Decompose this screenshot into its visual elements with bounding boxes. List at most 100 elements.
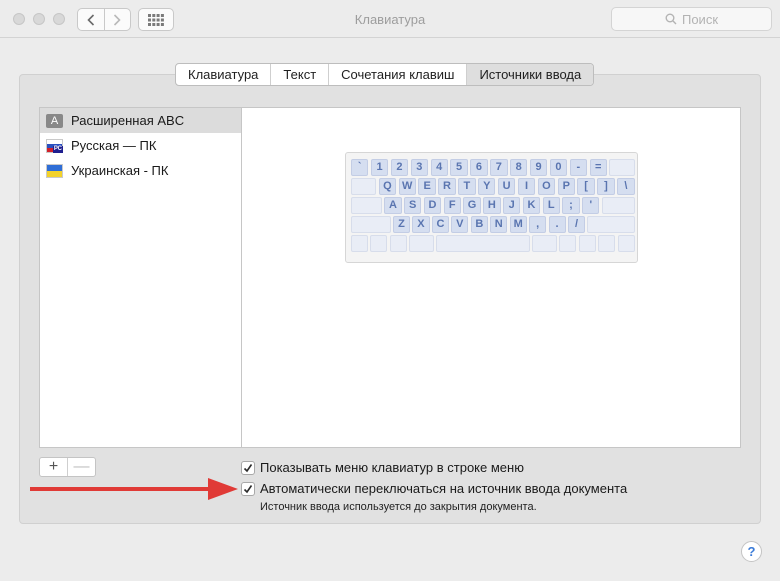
- key: P: [557, 178, 575, 195]
- list-item-abc-extended[interactable]: A Расширенная ABC: [40, 108, 241, 133]
- key: /: [567, 216, 585, 233]
- key: \: [617, 178, 635, 195]
- key: 5: [450, 159, 468, 176]
- list-item-label: Украинская - ПК: [71, 163, 169, 178]
- key: K: [522, 197, 541, 214]
- key: ': [582, 197, 600, 214]
- key: N: [490, 216, 508, 233]
- key-option-right: [559, 235, 577, 252]
- key: `: [351, 159, 369, 176]
- key-command: [409, 235, 434, 252]
- key-delete: [609, 159, 635, 176]
- title-bar: Клавиатура Поиск: [0, 0, 780, 38]
- key: Q: [378, 178, 397, 195]
- search-field[interactable]: Поиск: [611, 7, 772, 31]
- key: 4: [430, 159, 448, 176]
- key: W: [398, 178, 416, 195]
- key: X: [412, 216, 430, 233]
- list-item-ukrainian-pc[interactable]: Украинская - ПК: [40, 158, 241, 183]
- key: A: [384, 197, 402, 214]
- key: U: [497, 178, 516, 195]
- key-tab: [351, 178, 377, 195]
- key: Y: [478, 178, 496, 195]
- flag-russia-icon: [46, 138, 63, 153]
- key: 7: [490, 159, 508, 176]
- key-return: [601, 197, 635, 214]
- key-arrow-left: [578, 235, 596, 252]
- key-caps-lock: [351, 197, 382, 214]
- key-right-shift: [587, 216, 635, 233]
- key: R: [438, 178, 456, 195]
- key-row-numbers: ` 1 2 3 4 5 6 7 8 9 0 - =: [351, 159, 637, 176]
- tab-keyboard[interactable]: Клавиатура: [176, 64, 270, 85]
- key: T: [458, 178, 476, 195]
- key: B: [470, 216, 488, 233]
- key: -: [569, 159, 588, 176]
- tab-text[interactable]: Текст: [270, 64, 328, 85]
- key: [: [577, 178, 595, 195]
- key: 0: [549, 159, 568, 176]
- key-row-top: Q W E R T Y U I O P [ ] \: [351, 178, 637, 195]
- tab-input-sources[interactable]: Источники ввода: [466, 64, 594, 85]
- flag-ukraine-icon: [46, 163, 63, 178]
- preference-tabs: Клавиатура Текст Сочетания клавиш Источн…: [175, 63, 595, 86]
- key-arrow-updown: [598, 235, 616, 252]
- auto-switch-checkbox[interactable]: [241, 481, 255, 496]
- key: 1: [370, 159, 389, 176]
- key-row-modifiers: [351, 235, 637, 252]
- checkmark-icon: [243, 484, 253, 493]
- key: Z: [393, 216, 411, 233]
- list-item-label: Русская — ПК: [71, 138, 157, 153]
- auto-switch-note: Источник ввода используется до закрытия …: [260, 501, 537, 513]
- input-source-list: A Расширенная ABC Русская — ПК Украинска…: [39, 107, 242, 448]
- key-command-right: [532, 235, 557, 252]
- key-left-shift: [351, 216, 391, 233]
- key-space: [436, 235, 531, 252]
- key: V: [451, 216, 469, 233]
- key-row-bottom: Z X C V B N M , . /: [351, 216, 637, 233]
- show-menu-checkbox[interactable]: [241, 460, 255, 475]
- key: H: [483, 197, 501, 214]
- key: F: [443, 197, 461, 214]
- key: 2: [390, 159, 409, 176]
- key-arrow-right: [617, 235, 635, 252]
- key: ,: [529, 216, 547, 233]
- key: 9: [529, 159, 548, 176]
- remove-source-button[interactable]: —: [67, 458, 95, 476]
- key: E: [418, 178, 436, 195]
- search-placeholder: Поиск: [681, 11, 719, 27]
- key: M: [509, 216, 527, 233]
- key: J: [502, 197, 521, 214]
- key: D: [423, 197, 442, 214]
- key: O: [537, 178, 556, 195]
- list-item-label: Расширенная ABC: [71, 113, 185, 128]
- keyboard-preferences-window: Клавиатура Поиск Клавиатура Текст Сочета…: [0, 0, 780, 581]
- key: L: [542, 197, 560, 214]
- key: C: [431, 216, 449, 233]
- list-item-russian-pc[interactable]: Русская — ПК: [40, 133, 241, 158]
- show-menu-option[interactable]: Показывать меню клавиатур в строке меню: [241, 460, 524, 475]
- auto-switch-option[interactable]: Автоматически переключаться на источник …: [241, 481, 627, 496]
- red-arrow-annotation-icon: [30, 478, 238, 500]
- key: G: [463, 197, 481, 214]
- keyboard-layout-preview: ` 1 2 3 4 5 6 7 8 9 0 - = Q W E R T Y U …: [345, 152, 638, 263]
- add-source-button[interactable]: +: [40, 458, 67, 476]
- key-control: [370, 235, 388, 252]
- key: S: [404, 197, 422, 214]
- key: 3: [410, 159, 429, 176]
- key: ;: [562, 197, 580, 214]
- checkmark-icon: [243, 463, 253, 472]
- key: =: [589, 159, 607, 176]
- tab-shortcuts[interactable]: Сочетания клавиш: [328, 64, 466, 85]
- key-fn: [351, 235, 369, 252]
- letter-a-icon: A: [46, 113, 63, 128]
- help-button[interactable]: ?: [741, 541, 762, 562]
- key: ]: [597, 178, 615, 195]
- key: I: [517, 178, 536, 195]
- add-remove-control: + —: [39, 457, 96, 477]
- key-option: [389, 235, 407, 252]
- auto-switch-label: Автоматически переключаться на источник …: [260, 481, 628, 496]
- key-row-home: A S D F G H J K L ; ': [351, 197, 637, 214]
- search-icon: [665, 13, 677, 25]
- show-menu-label: Показывать меню клавиатур в строке меню: [260, 460, 524, 475]
